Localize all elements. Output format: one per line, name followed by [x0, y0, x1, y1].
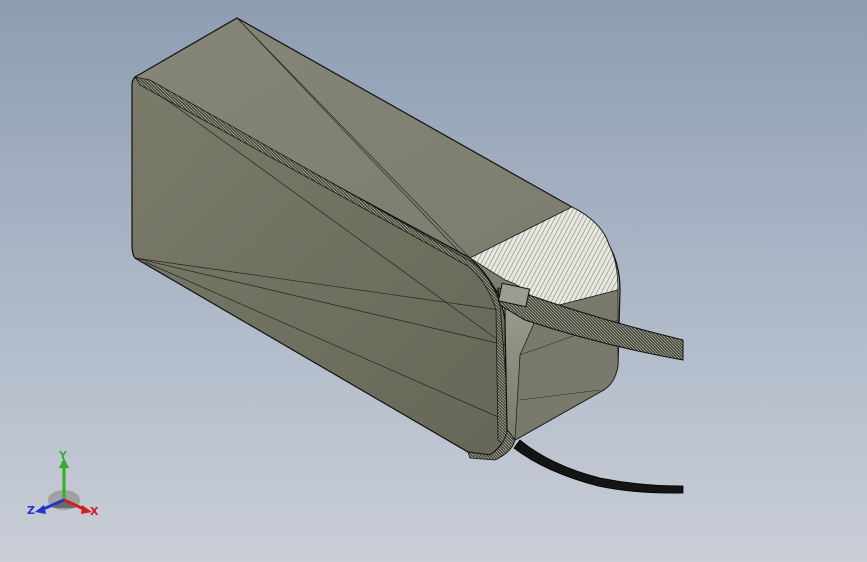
axis-y-label: Y — [59, 449, 67, 462]
axis-x-label: X — [90, 505, 99, 518]
graphics-viewport[interactable]: Y Z X — [0, 0, 867, 562]
round-wire — [513, 439, 684, 494]
orientation-triad[interactable]: Y Z X — [24, 448, 104, 528]
3d-model[interactable] — [0, 0, 867, 562]
axis-z-label: Z — [27, 504, 35, 517]
